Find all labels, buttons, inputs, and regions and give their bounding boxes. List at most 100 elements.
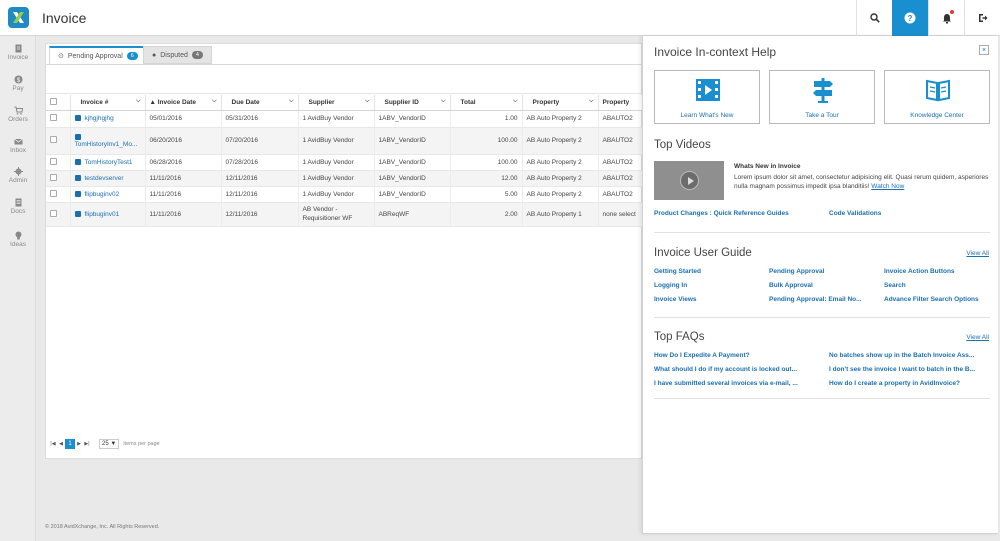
sidebar-item-ideas[interactable]: Ideas: [0, 231, 36, 248]
top-videos-title: Top Videos: [654, 139, 711, 151]
guide-link[interactable]: Bulk Approval: [769, 282, 813, 289]
chevron-down-icon[interactable]: ⌵: [212, 98, 217, 105]
learn-whats-new-card[interactable]: Learn What's New: [654, 70, 760, 124]
sidebar-item-inbox[interactable]: Inbox: [0, 137, 36, 154]
guide-link[interactable]: Pending Approval: [769, 268, 824, 275]
tab-pending-approval[interactable]: ⊙ Pending Approval 6: [49, 46, 147, 64]
table-row[interactable]: kjhgjhgjhg 05/01/2016 05/31/2016 1 AvidB…: [46, 110, 644, 128]
sidebar-item-docs[interactable]: Docs: [0, 198, 36, 215]
knowledge-center-card[interactable]: Knowledge Center: [884, 70, 990, 124]
user-guide-view-all-link[interactable]: View All: [966, 250, 989, 257]
help-button[interactable]: ?: [892, 0, 928, 36]
cell-invoice-date: 11/11/2016: [145, 170, 222, 187]
column-header-invoice[interactable]: Invoice # ⌵: [70, 95, 146, 111]
faq-link[interactable]: I have submitted several invoices via e-…: [654, 380, 819, 387]
code-validations-link[interactable]: Code Validations: [829, 210, 881, 217]
watch-now-link[interactable]: Watch Now: [871, 183, 904, 190]
guide-link[interactable]: Advance Filter Search Options: [884, 296, 979, 303]
video-thumbnail[interactable]: [654, 161, 724, 200]
app-logo[interactable]: [8, 7, 29, 28]
row-checkbox[interactable]: [46, 154, 71, 171]
table-row[interactable]: flipbuginv02 11/11/2016 12/11/2016 1 Avi…: [46, 186, 644, 203]
row-checkbox[interactable]: [46, 127, 71, 155]
faq-link[interactable]: What should I do if my account is locked…: [654, 366, 819, 373]
column-header-total[interactable]: Total ⌵: [450, 95, 523, 111]
column-header-invoice-date[interactable]: ▲ Invoice Date ⌵: [145, 95, 222, 111]
sidebar-item-pay[interactable]: $ Pay: [0, 75, 36, 92]
sidebar-item-invoice[interactable]: Invoice: [0, 44, 36, 61]
first-page-button[interactable]: |◀: [49, 439, 57, 449]
column-header-supplier[interactable]: Supplier ⌵: [298, 95, 375, 111]
last-page-button[interactable]: ▶|: [83, 439, 91, 449]
invoice-link[interactable]: kjhgjhgjhg: [70, 110, 146, 128]
logout-button[interactable]: [964, 0, 1000, 36]
sidebar-item-label: Inbox: [10, 147, 26, 154]
faqs-view-all-link[interactable]: View All: [966, 334, 989, 341]
cell-property-code: ABAUTO2: [598, 186, 644, 203]
invoice-link[interactable]: TomHistoryInv1_Mo...: [70, 127, 146, 155]
table-row[interactable]: testdevserver 11/11/2016 12/11/2016 1 Av…: [46, 170, 644, 187]
chevron-down-icon[interactable]: ⌵: [513, 98, 518, 105]
guide-link[interactable]: Invoice Action Buttons: [884, 268, 955, 275]
row-checkbox[interactable]: [46, 170, 71, 187]
table-row[interactable]: TomHistoryInv1_Mo... 06/20/2016 07/20/20…: [46, 127, 644, 155]
cell-property-code: ABAUTO2: [598, 170, 644, 187]
cell-total: 1.00: [450, 110, 523, 128]
column-header-supplier-id[interactable]: Supplier ID ⌵: [374, 95, 451, 111]
card-label: Learn What's New: [680, 112, 734, 119]
chevron-down-icon[interactable]: ⌵: [365, 98, 370, 105]
cell-due-date: 12/11/2016: [221, 202, 299, 227]
edit-icon: [74, 115, 81, 122]
column-header-property-code[interactable]: Property: [598, 95, 644, 111]
chevron-down-icon[interactable]: ⌵: [136, 98, 141, 105]
table-row[interactable]: TomHistoryTest1 06/28/2016 07/28/2016 1 …: [46, 154, 644, 171]
row-checkbox[interactable]: [46, 110, 71, 128]
next-page-button[interactable]: ▶: [75, 439, 83, 449]
table-row[interactable]: flipbuginv01 11/11/2016 12/11/2016 AB Ve…: [46, 202, 644, 227]
row-checkbox[interactable]: [46, 202, 71, 227]
invoice-link[interactable]: TomHistoryTest1: [70, 154, 146, 171]
cell-property: AB Auto Property 2: [522, 170, 599, 187]
guide-link[interactable]: Invoice Views: [654, 296, 697, 303]
page-size-select[interactable]: 25 ▼: [99, 439, 120, 449]
sidebar-item-admin[interactable]: Admin: [0, 167, 36, 184]
guide-link[interactable]: Pending Approval: Email No...: [769, 296, 862, 303]
column-header-property[interactable]: Property ⌵: [522, 95, 599, 111]
invoice-icon: [15, 44, 21, 53]
faq-link[interactable]: How do I create a property in AvidInvoic…: [829, 380, 994, 387]
edit-icon: [74, 133, 81, 140]
sidebar: Invoice $ Pay Orders Inbox Admin Docs Id…: [0, 36, 36, 541]
guide-link[interactable]: Logging In: [654, 282, 687, 289]
search-button[interactable]: [856, 0, 892, 36]
product-changes-link[interactable]: Product Changes : Quick Reference Guides: [654, 210, 789, 217]
chevron-down-icon[interactable]: ⌵: [441, 98, 446, 105]
current-page[interactable]: 1: [65, 439, 75, 449]
cell-due-date: 05/31/2016: [221, 110, 299, 128]
invoice-link[interactable]: testdevserver: [70, 170, 146, 187]
take-a-tour-card[interactable]: Take a Tour: [769, 70, 875, 124]
table-header-row: Invoice # ⌵ ▲ Invoice Date ⌵ Due Date ⌵ Sup…: [46, 95, 644, 111]
faq-link[interactable]: How Do I Expedite A Payment?: [654, 352, 819, 359]
select-all-checkbox[interactable]: [46, 95, 71, 111]
invoice-link[interactable]: flipbuginv02: [70, 186, 146, 203]
tab-disputed[interactable]: ● Disputed 4: [143, 46, 212, 64]
logout-icon: [978, 14, 987, 22]
guide-link[interactable]: Getting Started: [654, 268, 701, 275]
close-icon: ×: [981, 46, 987, 54]
row-checkbox[interactable]: [46, 186, 71, 203]
faq-link[interactable]: No batches show up in the Batch Invoice …: [829, 352, 994, 359]
prev-page-button[interactable]: ◀: [57, 439, 65, 449]
column-header-due-date[interactable]: Due Date ⌵: [221, 95, 299, 111]
close-button[interactable]: ×: [979, 45, 989, 55]
faq-link[interactable]: I don't see the invoice I want to batch …: [829, 366, 994, 373]
invoice-link[interactable]: flipbuginv01: [70, 202, 146, 227]
chevron-down-icon[interactable]: ⌵: [589, 98, 594, 105]
tab-count-badge: 4: [191, 51, 203, 59]
notifications-button[interactable]: [928, 0, 964, 36]
sidebar-item-orders[interactable]: Orders: [0, 106, 36, 123]
guide-link[interactable]: Search: [884, 282, 906, 289]
chevron-down-icon[interactable]: ⌵: [289, 98, 294, 105]
play-icon[interactable]: [680, 171, 699, 190]
search-icon: [869, 13, 880, 23]
cell-invoice-date: 11/11/2016: [145, 202, 222, 227]
